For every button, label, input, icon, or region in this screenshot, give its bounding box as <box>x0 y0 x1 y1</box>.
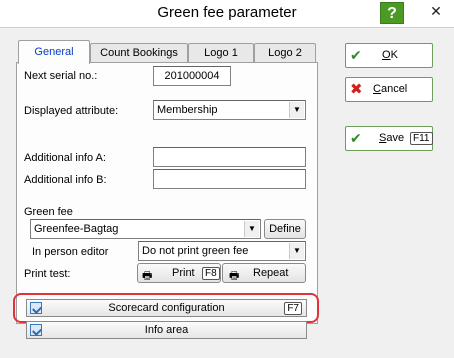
cross-icon: ✖ <box>350 81 363 98</box>
save-label: Save <box>379 132 405 144</box>
repeat-label: Repeat <box>253 267 289 279</box>
print-label: Print <box>172 267 195 279</box>
help-button[interactable]: ? <box>380 2 404 24</box>
info-a-field[interactable] <box>153 147 306 167</box>
tab-logo-2[interactable]: Logo 2 <box>254 43 316 63</box>
print-test-label: Print test: <box>24 268 71 280</box>
green-fee-label: Green fee <box>24 206 73 218</box>
attribute-select[interactable]: Membership ▼ <box>153 100 306 120</box>
serial-label: Next serial no.: <box>24 70 98 82</box>
info-area-label: Info area <box>144 324 189 336</box>
checkmark-icon: ✔ <box>350 47 362 63</box>
tab-logo-1[interactable]: Logo 1 <box>188 43 254 63</box>
info-b-field[interactable] <box>153 169 306 189</box>
chevron-down-icon[interactable]: ▼ <box>289 102 304 118</box>
cancel-button[interactable]: ✖ Cancel <box>345 77 433 102</box>
printer-icon: 🖶 <box>229 270 240 282</box>
print-key: F8 <box>202 267 220 280</box>
repeat-button[interactable]: 🖶 Repeat <box>222 263 306 283</box>
person-editor-value: Do not print green fee <box>142 245 249 257</box>
cancel-label: Cancel <box>373 83 408 95</box>
attribute-label: Displayed attribute: <box>24 105 119 117</box>
print-button[interactable]: 🖶 Print F8 <box>137 263 221 283</box>
printer-icon: 🖶 <box>142 270 153 282</box>
chevron-down-icon[interactable]: ▼ <box>289 243 304 259</box>
chevron-down-icon[interactable]: ▼ <box>244 221 259 237</box>
attribute-value: Membership <box>157 104 218 116</box>
person-editor-select[interactable]: Do not print green fee ▼ <box>138 241 306 261</box>
info-b-label: Additional info B: <box>24 174 107 186</box>
save-button[interactable]: ✔ Save F11 <box>345 126 433 151</box>
green-fee-value: Greenfee-Bagtag <box>34 223 119 235</box>
checkmark-icon: ✔ <box>350 130 362 146</box>
save-key: F11 <box>410 132 433 145</box>
person-editor-label: In person editor <box>32 246 109 258</box>
checklist-icon <box>30 324 42 336</box>
define-button[interactable]: Define <box>264 219 306 239</box>
ok-button[interactable]: ✔ OK <box>345 43 433 68</box>
info-a-label: Additional info A: <box>24 152 106 164</box>
serial-field[interactable]: 201000004 <box>153 66 231 86</box>
highlight-outline <box>13 293 319 323</box>
green-fee-select[interactable]: Greenfee-Bagtag ▼ <box>30 219 261 239</box>
close-button[interactable]: ✕ <box>418 0 454 22</box>
ok-label: OK <box>382 49 398 61</box>
info-area-button[interactable]: Info area <box>26 321 307 339</box>
tab-general[interactable]: General <box>18 40 90 64</box>
tab-count-bookings[interactable]: Count Bookings <box>90 43 188 63</box>
